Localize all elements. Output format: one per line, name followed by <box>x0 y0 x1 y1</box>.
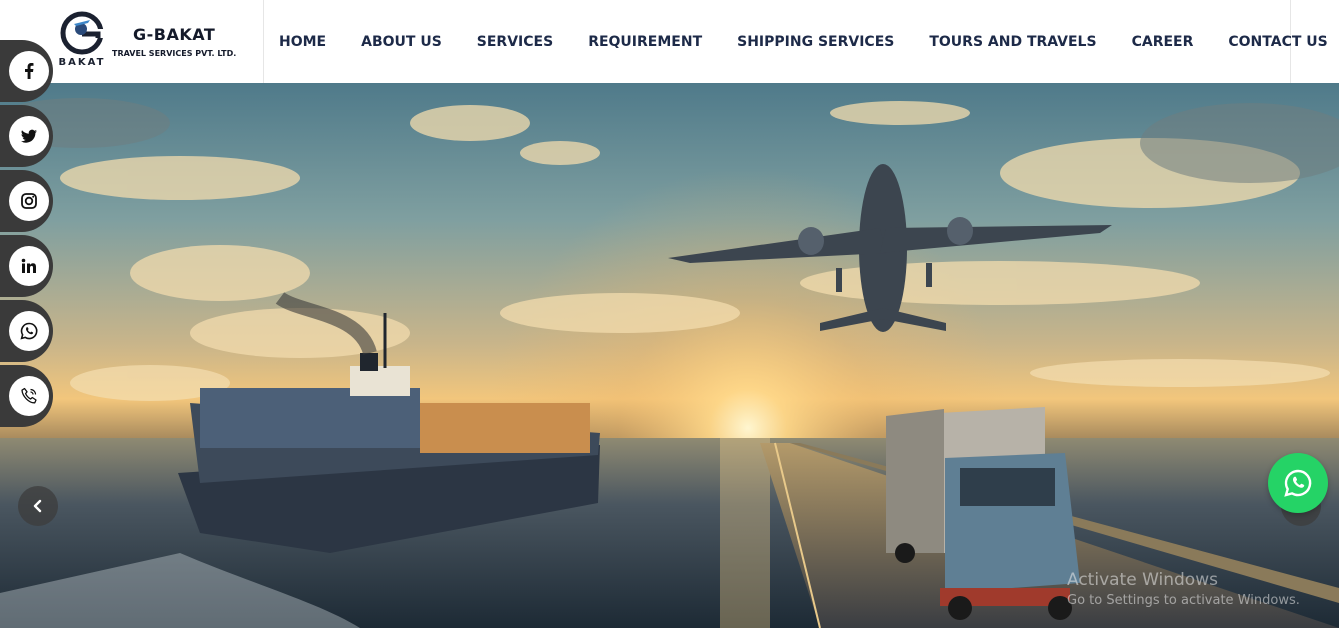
brand-text: G-BAKAT TRAVEL SERVICES PVT. LTD. <box>112 25 236 58</box>
site-header: BAKAT G-BAKAT TRAVEL SERVICES PVT. LTD. … <box>0 0 1339 83</box>
nav-contact-us[interactable]: CONTACT US <box>1228 34 1327 50</box>
twitter-icon <box>21 129 37 143</box>
nav-career[interactable]: CAREER <box>1132 34 1194 50</box>
whatsapp-icon <box>1284 469 1312 497</box>
linkedin-icon <box>21 258 36 273</box>
hero-slider <box>0 83 1339 628</box>
nav-home[interactable]: HOME <box>279 34 326 50</box>
windows-activation-watermark: Activate Windows Go to Settings to activ… <box>1067 570 1300 608</box>
phone-icon <box>21 387 37 404</box>
hero-image <box>0 83 1339 628</box>
logo-icon <box>60 11 104 54</box>
social-icon-wrap <box>9 116 49 156</box>
slider-prev-button[interactable] <box>18 486 58 526</box>
instagram-icon <box>21 193 37 209</box>
social-icon-wrap <box>9 181 49 221</box>
nav-services[interactable]: SERVICES <box>477 34 553 50</box>
social-icon-wrap <box>9 51 49 91</box>
nav-requirement[interactable]: REQUIREMENT <box>588 34 702 50</box>
chevron-left-icon <box>33 499 42 513</box>
social-icon-wrap <box>9 376 49 416</box>
watermark-subtitle: Go to Settings to activate Windows. <box>1067 593 1300 608</box>
logo-subtext: BAKAT <box>58 56 106 68</box>
whatsapp-float-button[interactable] <box>1268 453 1328 513</box>
brand-name: G-BAKAT <box>132 25 216 44</box>
nav-about-us[interactable]: ABOUT US <box>361 34 442 50</box>
nav-shipping-services[interactable]: SHIPPING SERVICES <box>737 34 894 50</box>
nav-tours-and-travels[interactable]: TOURS AND TRAVELS <box>929 34 1096 50</box>
watermark-title: Activate Windows <box>1067 570 1218 590</box>
social-icon-wrap <box>9 311 49 351</box>
main-nav: HOME ABOUT US SERVICES REQUIREMENT SHIPP… <box>264 0 1328 83</box>
social-icon-wrap <box>9 246 49 286</box>
whatsapp-icon <box>20 322 38 340</box>
brand-tagline: TRAVEL SERVICES PVT. LTD. <box>112 49 237 58</box>
logo[interactable]: BAKAT <box>58 11 106 73</box>
facebook-icon <box>25 63 34 79</box>
